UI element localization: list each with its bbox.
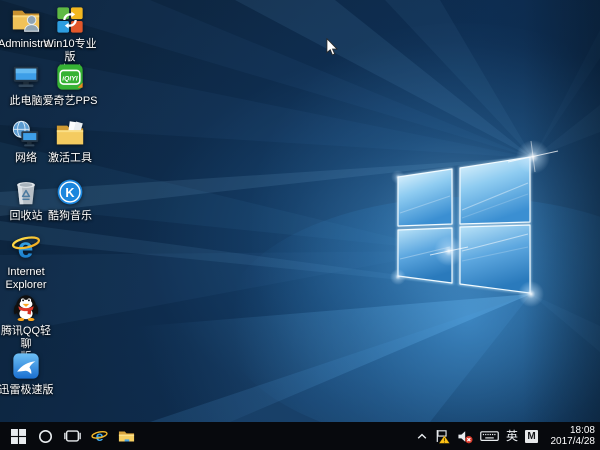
desktop-icon-kugou-music[interactable]: K 酷狗音乐 (42, 176, 98, 223)
taskbar-file-explorer[interactable] (113, 422, 140, 450)
task-view-icon (64, 429, 81, 443)
task-view-button[interactable] (59, 422, 86, 450)
user-folder-icon (11, 5, 41, 35)
icon-label: 激活工具 (42, 152, 98, 165)
internet-explorer-icon: e (10, 232, 42, 264)
right-shade (523, 0, 600, 422)
chevron-up-icon (417, 433, 427, 440)
taskbar-internet-explorer[interactable]: e (86, 422, 113, 450)
system-tray: 英 M 18:08 2017/4/28 (417, 422, 600, 450)
thunder-bird-icon (11, 351, 41, 381)
desktop-icon-internet-explorer[interactable]: e Internet Explorer (0, 232, 54, 292)
tray-touch-keyboard[interactable] (480, 429, 499, 443)
clock-date: 2017/4/28 (551, 436, 596, 448)
taskbar-left: e (0, 422, 140, 450)
tray-chevron-up[interactable] (417, 433, 427, 440)
network-icon (11, 119, 41, 149)
iqiyi-icon: iQIYI (55, 62, 85, 92)
windows-desktop: Administra... Win10专业版 官网 (0, 0, 600, 450)
qq-penguin-icon (11, 292, 41, 322)
kugou-icon: K (55, 177, 85, 207)
win10-website-icon (55, 5, 85, 35)
icon-label: Internet Explorer (0, 266, 54, 292)
ime-language-indicator[interactable]: 英 (506, 422, 518, 450)
clock-time: 18:08 (570, 425, 595, 437)
keyboard-icon (480, 429, 499, 443)
desktop-icon-thunder-speed[interactable]: 迅雷极速版 (0, 350, 54, 397)
folder-icon (55, 119, 85, 149)
windows-start-icon (11, 429, 26, 444)
flag-warning-icon (434, 428, 450, 444)
taskbar: e (0, 422, 600, 450)
this-pc-icon (11, 62, 41, 92)
svg-text:K: K (65, 186, 75, 200)
icon-label: 酷狗音乐 (42, 210, 98, 223)
cortana-circle-icon (38, 429, 53, 444)
desktop-area[interactable]: Administra... Win10专业版 官网 (0, 0, 600, 422)
icon-label: 爱奇艺PPS (42, 95, 98, 108)
tray-action-center[interactable] (434, 428, 450, 444)
svg-text:iQIYI: iQIYI (62, 75, 78, 82)
desktop-icon-activation-tools[interactable]: 激活工具 (42, 118, 98, 165)
taskbar-clock[interactable]: 18:08 2017/4/28 (545, 425, 595, 448)
mouse-cursor (326, 38, 339, 57)
ime-mode-badge[interactable]: M (525, 430, 538, 443)
ie-taskbar-icon: e (91, 428, 108, 444)
cortana-button[interactable] (32, 422, 59, 450)
file-explorer-icon (118, 429, 135, 444)
desktop-icon-iqiyi-pps[interactable]: iQIYI 爱奇艺PPS (42, 61, 98, 108)
speaker-muted-icon (457, 429, 473, 444)
tray-volume-muted[interactable] (457, 429, 473, 444)
recycle-bin-icon (11, 177, 41, 207)
start-button[interactable] (5, 422, 32, 450)
icon-label: 迅雷极速版 (0, 384, 54, 397)
